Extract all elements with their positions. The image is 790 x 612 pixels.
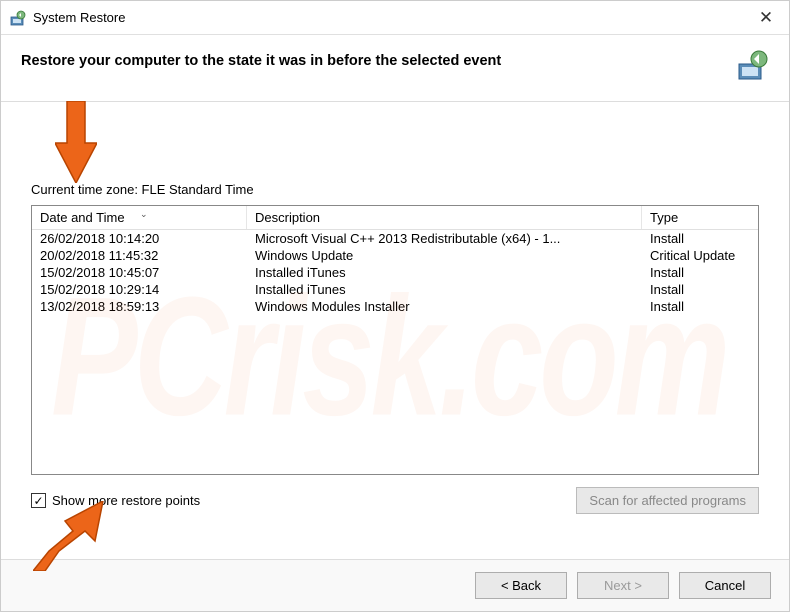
timezone-label: Current time zone: FLE Standard Time [31, 182, 759, 197]
scan-affected-button[interactable]: Scan for affected programs [576, 487, 759, 514]
cell-description: Windows Modules Installer [247, 298, 642, 315]
cell-type: Install [642, 281, 758, 298]
wizard-footer: < Back Next > Cancel [1, 559, 789, 611]
annotation-arrow-up-right-icon [33, 501, 113, 561]
cell-date: 15/02/2018 10:29:14 [32, 281, 247, 298]
column-header-type[interactable]: Type [642, 206, 758, 229]
cell-type: Install [642, 264, 758, 281]
table-row[interactable]: 26/02/2018 10:14:20Microsoft Visual C++ … [32, 230, 758, 247]
table-row[interactable]: 20/02/2018 11:45:32Windows UpdateCritica… [32, 247, 758, 264]
back-button[interactable]: < Back [475, 572, 567, 599]
table-row[interactable]: 13/02/2018 18:59:13Windows Modules Insta… [32, 298, 758, 315]
cell-type: Install [642, 298, 758, 315]
cell-date: 15/02/2018 10:45:07 [32, 264, 247, 281]
wizard-body: Current time zone: FLE Standard Time Dat… [1, 102, 789, 524]
column-header-date[interactable]: Date and Time ⌄ [32, 206, 247, 229]
cell-date: 13/02/2018 18:59:13 [32, 298, 247, 315]
restore-points-list[interactable]: Date and Time ⌄ Description Type 26/02/2… [31, 205, 759, 475]
window-titlebar: System Restore ✕ [1, 1, 789, 35]
page-heading: Restore your computer to the state it wa… [21, 45, 735, 69]
system-restore-icon [9, 9, 27, 27]
cell-type: Critical Update [642, 247, 758, 264]
close-button[interactable]: ✕ [751, 8, 781, 28]
cell-description: Windows Update [247, 247, 642, 264]
cell-date: 20/02/2018 11:45:32 [32, 247, 247, 264]
cell-description: Installed iTunes [247, 281, 642, 298]
annotation-arrow-down-icon [55, 101, 95, 181]
list-header: Date and Time ⌄ Description Type [32, 206, 758, 230]
cell-date: 26/02/2018 10:14:20 [32, 230, 247, 247]
system-restore-large-icon [735, 49, 769, 83]
cancel-button[interactable]: Cancel [679, 572, 771, 599]
column-header-description[interactable]: Description [247, 206, 642, 229]
cell-description: Installed iTunes [247, 264, 642, 281]
column-date-label: Date and Time [40, 210, 125, 225]
window-title: System Restore [33, 10, 751, 25]
table-row[interactable]: 15/02/2018 10:29:14Installed iTunesInsta… [32, 281, 758, 298]
wizard-header: Restore your computer to the state it wa… [1, 35, 789, 102]
sort-indicator-icon: ⌄ [140, 209, 148, 220]
cell-description: Microsoft Visual C++ 2013 Redistributabl… [247, 230, 642, 247]
next-button[interactable]: Next > [577, 572, 669, 599]
cell-type: Install [642, 230, 758, 247]
table-row[interactable]: 15/02/2018 10:45:07Installed iTunesInsta… [32, 264, 758, 281]
